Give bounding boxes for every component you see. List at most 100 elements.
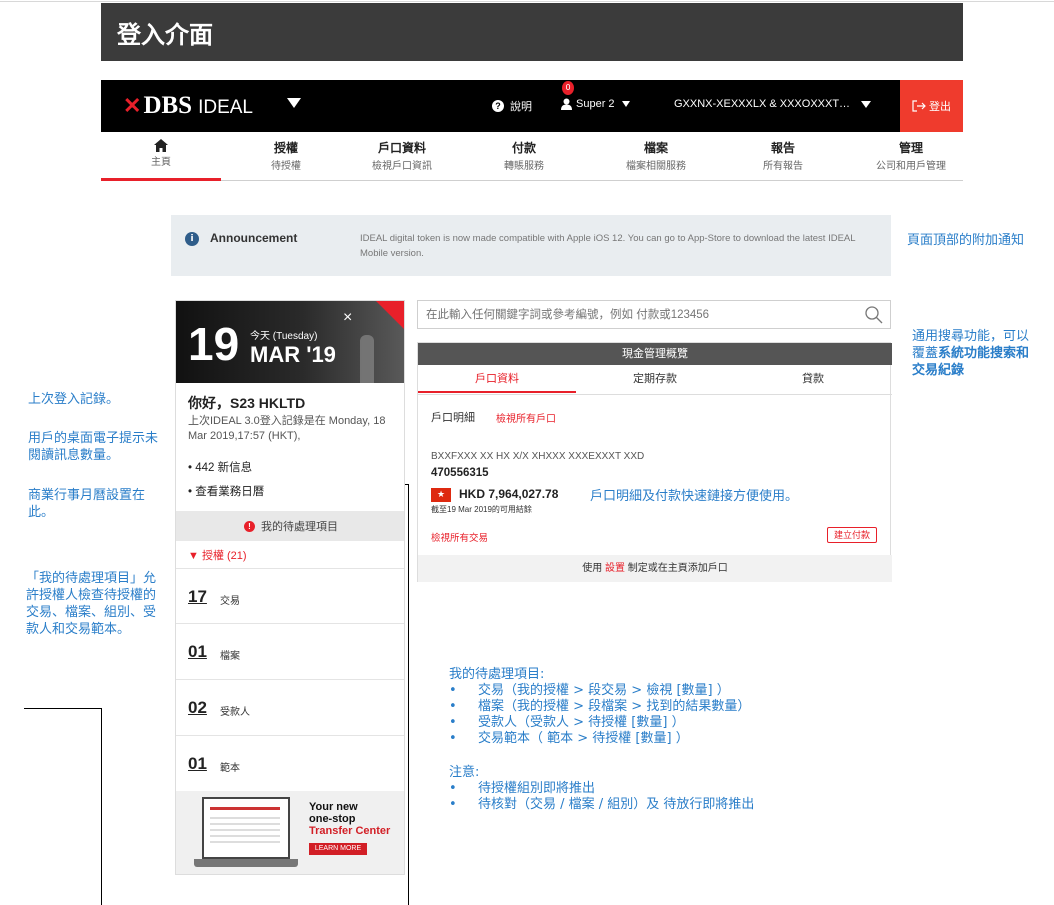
menu-authorize-sub: 待授權 [271, 161, 301, 172]
settings-link[interactable]: 設置 [605, 563, 625, 574]
menu-files-title: 檔案 [643, 141, 668, 155]
user-menu[interactable]: Super 2 [561, 98, 630, 110]
messages-label: 442 新信息 [195, 462, 253, 474]
menu-accounts-sub: 檢視戶口資訊 [372, 161, 432, 172]
menu-admin[interactable]: 管理 公司和用戶管理 [865, 139, 957, 172]
announcement-text: IDEAL digital token is now made compatib… [360, 233, 856, 259]
close-icon[interactable]: × [343, 309, 352, 327]
pending-item-files[interactable]: 01 檔案 [176, 623, 404, 679]
greeting: 你好，S23 HKLTD [188, 395, 306, 411]
logout-button[interactable]: 登出 [900, 80, 963, 132]
pending-count[interactable]: 01 [188, 754, 207, 774]
account-selector[interactable]: GXXNX-XEXXXLX & XXXOXXXT… [674, 98, 872, 110]
main-menu: 主頁 授權 待授權 戶口資料 檢視戶口資訊 付款 轉賬服務 檔案 檔案相關服務 … [101, 132, 963, 181]
laptop-base [194, 859, 298, 867]
hero-figure [360, 335, 374, 383]
app-switch-caret-icon[interactable] [287, 98, 301, 108]
announcement-title: Announcement [210, 231, 298, 245]
list-item: 待核對（交易 / 檔案 / 組別）及 待放行即將推出 [449, 797, 889, 813]
transfer-center-promo[interactable]: Your new one-stop Transfer Center LEARN … [176, 791, 404, 874]
connector-line [24, 708, 102, 709]
date-hero: 19 今天 (Tuesday) MAR '19 × [176, 301, 404, 383]
menu-reports[interactable]: 報告 所有報告 [743, 139, 823, 172]
menu-accounts[interactable]: 戶口資料 檢視戶口資訊 [357, 139, 447, 172]
promo-headline: Your new one-stop [309, 801, 358, 825]
list-item: 檔案（我的授權 > 段檔案 > 找到的結果數量） [449, 699, 889, 715]
hero-day: 19 [188, 318, 240, 370]
page-title-bar: 登入介面 [101, 3, 963, 61]
menu-reports-sub: 所有報告 [763, 161, 803, 172]
pending-list-title: 我的待處理項目: [449, 667, 545, 682]
menu-admin-title: 管理 [898, 141, 923, 155]
calendar-link[interactable]: • 查看業務日曆 [188, 483, 264, 499]
pending-item-templates[interactable]: 01 範本 [176, 735, 404, 791]
menu-payments[interactable]: 付款 轉賬服務 [489, 139, 559, 172]
pending-label: 檔案 [220, 651, 240, 662]
account-number[interactable]: 470556315 [431, 467, 489, 479]
list-item: 待授權組別即將推出 [449, 781, 889, 797]
note-calendar: 商業行事月曆設置在此。 [28, 488, 146, 520]
note-announcement: 頁面頂部的附加通知 [907, 233, 1025, 248]
user-name: Super 2 [576, 98, 615, 110]
note-unread: 用戶的桌面電子提示未閱讀訊息數量。 [28, 431, 159, 463]
help-link[interactable]: ? 說明 [492, 98, 532, 114]
pending-item-payees[interactable]: 02 受款人 [176, 679, 404, 735]
pending-label: 交易 [220, 596, 240, 607]
hero-today: 今天 (Tuesday) [250, 331, 318, 342]
pending-item-transactions[interactable]: 17 交易 [176, 568, 404, 624]
home-icon [154, 139, 168, 152]
pending-authorize-toggle[interactable]: ▼ 授權 (21) [188, 547, 247, 563]
view-all-accounts-link[interactable]: 檢視所有戶口 [496, 410, 556, 425]
dbs-logo[interactable]: ✕ DBS IDEAL [123, 92, 253, 120]
top-navbar: ✕ DBS IDEAL ? 說明 0 Super 2 GXXNX-XEXXXLX… [101, 80, 963, 132]
tab-deposits[interactable]: 定期存款 [576, 365, 734, 393]
learn-more-button[interactable]: LEARN MORE [309, 843, 367, 855]
menu-authorize[interactable]: 授權 待授權 [251, 139, 321, 172]
tab-accounts[interactable]: 戶口資料 [418, 365, 576, 393]
pending-count[interactable]: 02 [188, 698, 207, 718]
menu-home-label: 主頁 [151, 157, 171, 168]
notification-badge[interactable]: 0 [562, 81, 574, 95]
messages-link[interactable]: • 442 新信息 [188, 459, 252, 475]
tabs-divider [418, 394, 892, 395]
menu-home[interactable]: 主頁 [131, 139, 191, 168]
promo-line1: Your new [309, 801, 358, 813]
account-details-label: 戶口明細 [431, 412, 475, 424]
pending-count[interactable]: 01 [188, 642, 207, 662]
menu-reports-title: 報告 [770, 141, 795, 155]
dbs-x-icon: ✕ [123, 93, 142, 118]
cash-management-panel: 現金管理概覽 戶口資料 定期存款 貸款 戶口明細 檢視所有戶口 BXXFXXX … [417, 342, 892, 582]
announcement-banner: i Announcement IDEAL digital token is no… [171, 215, 891, 276]
search-icon[interactable] [864, 305, 884, 325]
promo-line2: one-stop [309, 813, 356, 825]
calendar-label: 查看業務日曆 [195, 486, 265, 498]
list-item: 受款人（受款人 > 待授權 [數量] ） [449, 715, 889, 731]
pending-items-title: 我的待處理項目 [261, 521, 338, 533]
tab-loans[interactable]: 貸款 [734, 365, 892, 393]
footer-pre: 使用 [582, 563, 603, 574]
promo-line3: Transfer Center [309, 825, 391, 837]
create-payment-button[interactable]: 建立付款 [827, 527, 877, 543]
menu-accounts-title: 戶口資料 [377, 141, 426, 155]
cash-panel-title: 現金管理概覽 [418, 343, 892, 365]
connector-line [101, 708, 102, 905]
view-all-transactions-link[interactable]: 檢視所有交易 [431, 530, 488, 544]
alert-icon: ! [244, 520, 255, 532]
pending-label: 受款人 [220, 707, 250, 718]
last-login-text: 上次IDEAL 3.0登入記錄是在 Monday, 18 Mar 2019,17… [188, 415, 386, 442]
menu-files[interactable]: 檔案 檔案相關服務 [611, 139, 701, 172]
note-pending: 「我的待處理項目」允許授權人檢查待授權的交易、檔案、組別、受款人和交易範本。 [26, 571, 157, 637]
welcome-panel: 19 今天 (Tuesday) MAR '19 × 你好，S23 HKLTD 上… [175, 300, 405, 875]
search-input[interactable] [426, 306, 856, 324]
note-last-login: 上次登入記錄。 [28, 392, 120, 407]
account-name: GXXNX-XEXXXLX & XXXOXXXT… [674, 98, 851, 110]
laptop-illustration [202, 797, 290, 859]
pending-count[interactable]: 17 [188, 587, 207, 607]
menu-payments-title: 付款 [511, 141, 536, 155]
cash-panel-footer: 使用 設置 制定或在主頁添加戶口 [418, 555, 892, 582]
hk-flag-icon: ★ [431, 488, 451, 502]
global-search [417, 300, 891, 329]
active-tab-indicator [101, 178, 221, 181]
hero-month: MAR '19 [250, 342, 336, 367]
note-search: 通用搜尋功能，可以覆蓋系統功能搜索和交易紀錄 [912, 328, 1038, 379]
